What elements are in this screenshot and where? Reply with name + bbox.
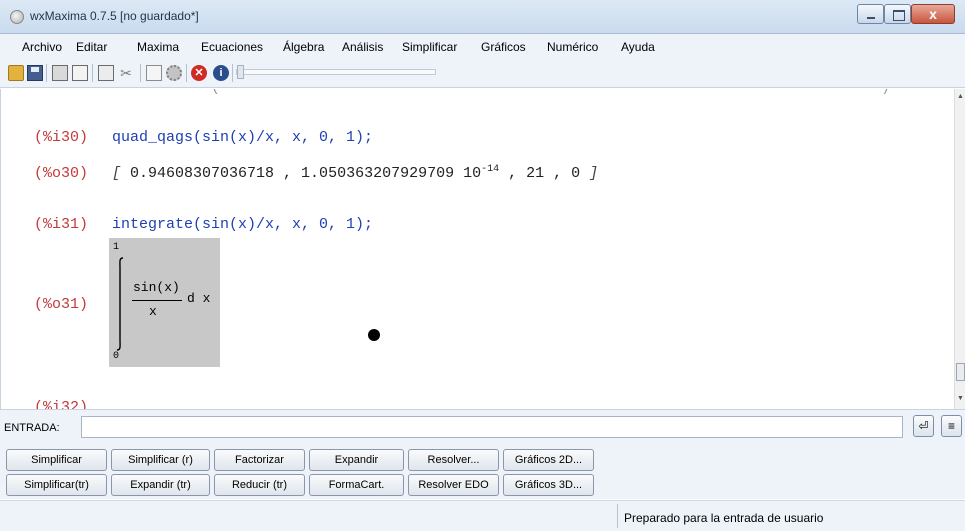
input-label: (%i30) xyxy=(34,129,89,146)
close-icon: x xyxy=(929,6,937,22)
mouse-cursor xyxy=(368,329,380,341)
toolbar-separator xyxy=(186,64,187,82)
document-icon[interactable] xyxy=(146,65,162,81)
stop-icon[interactable]: ✕ xyxy=(191,65,207,81)
gear-icon[interactable] xyxy=(166,65,182,81)
fraction-bar xyxy=(132,300,182,301)
input-code[interactable]: integrate(sin(x)/x, x, 0, 1); xyxy=(112,216,373,233)
integral-sign-icon xyxy=(116,257,124,351)
integrand-denominator: x xyxy=(149,304,157,319)
vertical-scrollbar[interactable]: ▲ ▼ xyxy=(954,89,965,409)
list-open-bracket: [ xyxy=(112,165,122,182)
previous-output-fragment: ( xyxy=(211,89,220,96)
toolbar-separator xyxy=(46,64,47,82)
output-values: 0.94608307036718 , 1.050363207929709 10 xyxy=(130,165,482,182)
entrada-input[interactable] xyxy=(81,416,903,438)
open-icon[interactable] xyxy=(8,65,24,81)
wxmaxima-app-icon xyxy=(10,10,24,24)
input-label: (%i32) xyxy=(34,399,89,409)
maximize-button[interactable] xyxy=(884,4,911,24)
graficos-2d-button[interactable]: Gráficos 2D... xyxy=(503,449,594,471)
output-label: (%o30) xyxy=(34,165,89,182)
cut-icon[interactable]: ✂ xyxy=(118,65,134,81)
simplificar-button[interactable]: Simplificar xyxy=(6,449,107,471)
general-math-panel: Simplificar Simplificar (r) Factorizar E… xyxy=(0,442,965,499)
toolbar-separator xyxy=(140,64,141,82)
output-label: (%o31) xyxy=(34,296,89,313)
worksheet[interactable]: ( ) (%i30) quad_qags(sin(x)/x, x, 0, 1);… xyxy=(0,89,954,409)
entrada-label: ENTRADA: xyxy=(4,422,60,434)
input-code[interactable]: quad_qags(sin(x)/x, x, 0, 1); xyxy=(112,129,373,146)
minimize-button[interactable] xyxy=(857,4,884,24)
status-divider xyxy=(617,504,618,528)
enter-icon[interactable]: ⏎ xyxy=(913,415,934,437)
history-list-icon[interactable]: ≡ xyxy=(941,415,962,437)
integrand-numerator: sin(x) xyxy=(133,280,180,295)
integral-upper-limit: 1 xyxy=(113,242,120,253)
output-exponent: -14 xyxy=(481,164,500,175)
window-title: wxMaxima 0.7.5 [no guardado*] xyxy=(30,9,199,23)
input-label: (%i31) xyxy=(34,216,89,233)
menu-maxima[interactable]: Maxima xyxy=(137,40,179,54)
toolbar-separator xyxy=(92,64,93,82)
menu-numerico[interactable]: Numérico xyxy=(547,40,598,54)
toolbar: ✂ ✕ i xyxy=(0,60,965,88)
status-text: Preparado para la entrada de usuario xyxy=(624,511,824,525)
integral-differential: d x xyxy=(187,291,211,306)
previous-output-fragment: ) xyxy=(881,89,890,96)
factorizar-button[interactable]: Factorizar xyxy=(214,449,305,471)
menu-bar: Archivo Editar Maxima Ecuaciones Álgebra… xyxy=(0,34,965,60)
expandir-button[interactable]: Expandir xyxy=(309,449,404,471)
title-bar: wxMaxima 0.7.5 [no guardado*] x xyxy=(0,0,965,34)
simplificar-tr-button[interactable]: Simplificar(tr) xyxy=(6,474,107,496)
menu-graficos[interactable]: Gráficos xyxy=(481,40,526,54)
output-tail: , 21 , 0 xyxy=(508,165,581,182)
slider-thumb[interactable] xyxy=(237,65,244,79)
properties-icon[interactable] xyxy=(72,65,88,81)
input-bar: ENTRADA: ⏎ ≡ xyxy=(0,409,965,442)
graficos-3d-button[interactable]: Gráficos 3D... xyxy=(503,474,594,496)
menu-algebra[interactable]: Álgebra xyxy=(283,40,324,54)
scrollbar-thumb[interactable] xyxy=(956,363,965,381)
menu-ayuda[interactable]: Ayuda xyxy=(621,40,655,54)
reducir-tr-button[interactable]: Reducir (tr) xyxy=(214,474,305,496)
animation-slider[interactable] xyxy=(236,65,436,79)
print-icon[interactable] xyxy=(52,65,68,81)
scroll-up-icon[interactable]: ▲ xyxy=(955,93,965,100)
menu-editar[interactable]: Editar xyxy=(76,40,107,54)
toolbar-separator xyxy=(232,64,233,82)
save-icon[interactable] xyxy=(27,65,43,81)
output-result: [ 0.94608307036718 , 1.050363207929709 1… xyxy=(112,164,598,182)
menu-simplificar[interactable]: Simplificar xyxy=(402,40,457,54)
integral-lower-limit: 0 xyxy=(113,351,120,362)
expandir-tr-button[interactable]: Expandir (tr) xyxy=(111,474,210,496)
simplificar-r-button[interactable]: Simplificar (r) xyxy=(111,449,210,471)
copy-icon[interactable] xyxy=(98,65,114,81)
resolver-edo-button[interactable]: Resolver EDO xyxy=(408,474,499,496)
menu-archivo[interactable]: Archivo xyxy=(22,40,62,54)
menu-ecuaciones[interactable]: Ecuaciones xyxy=(201,40,263,54)
menu-analisis[interactable]: Análisis xyxy=(342,40,383,54)
formacart-button[interactable]: FormaCart. xyxy=(309,474,404,496)
close-button[interactable]: x xyxy=(911,4,955,24)
resolver-button[interactable]: Resolver... xyxy=(408,449,499,471)
integral-output: 1 sin(x) x d x 0 xyxy=(109,238,220,367)
status-bar: Preparado para la entrada de usuario xyxy=(0,500,965,531)
info-icon[interactable]: i xyxy=(213,65,229,81)
list-close-bracket: ] xyxy=(589,165,599,182)
scroll-down-icon[interactable]: ▼ xyxy=(955,395,965,402)
